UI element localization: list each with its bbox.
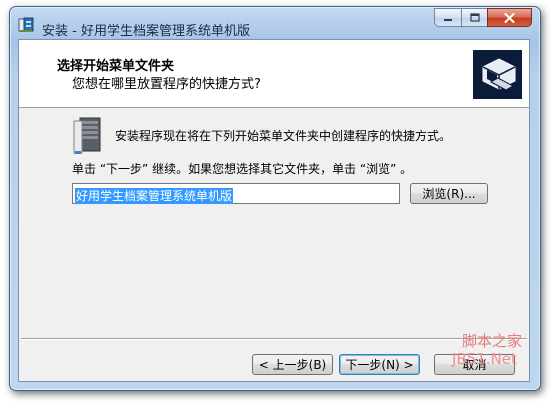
minimize-icon [444, 18, 452, 21]
minimize-button[interactable] [434, 8, 461, 27]
site-watermark: 脚本之家 JB51.Net [452, 330, 552, 370]
wizard-header: 选择开始菜单文件夹 您想在哪里放置程序的快捷方式? [19, 40, 529, 108]
watermark-line2: JB51.Net [452, 350, 517, 368]
maximize-button[interactable] [461, 8, 487, 27]
close-icon [504, 12, 515, 23]
instruction-text: 单击 “下一步” 继续。如果您想选择其它文件夹，单击 “浏览” 。 [72, 162, 413, 176]
start-menu-folder-input[interactable]: 好用学生档案管理系统单机版 [72, 183, 400, 204]
installer-computer-icon [473, 50, 522, 99]
browse-button[interactable]: 浏览(R)... [410, 183, 488, 204]
close-button[interactable] [487, 8, 532, 27]
back-button[interactable]: < 上一步(B) [252, 354, 333, 375]
page-subtitle: 您想在哪里放置程序的快捷方式? [72, 77, 261, 92]
start-menu-folder-icon [73, 117, 101, 154]
info-text: 安装程序现在将在下列开始菜单文件夹中创建程序的快捷方式。 [115, 129, 452, 143]
maximize-icon [469, 13, 480, 22]
watermark-line1: 脚本之家 [462, 332, 523, 350]
page-title: 选择开始菜单文件夹 [57, 59, 175, 74]
caption-buttons [434, 8, 532, 28]
window-title: 安装 - 好用学生档案管理系统单机版 [42, 24, 250, 39]
title-bar[interactable]: 安装 - 好用学生档案管理系统单机版 [10, 7, 540, 41]
setup-app-icon [18, 17, 34, 32]
next-button[interactable]: 下一步(N) > [339, 354, 420, 375]
folder-input-selected-text: 好用学生档案管理系统单机版 [75, 188, 234, 204]
